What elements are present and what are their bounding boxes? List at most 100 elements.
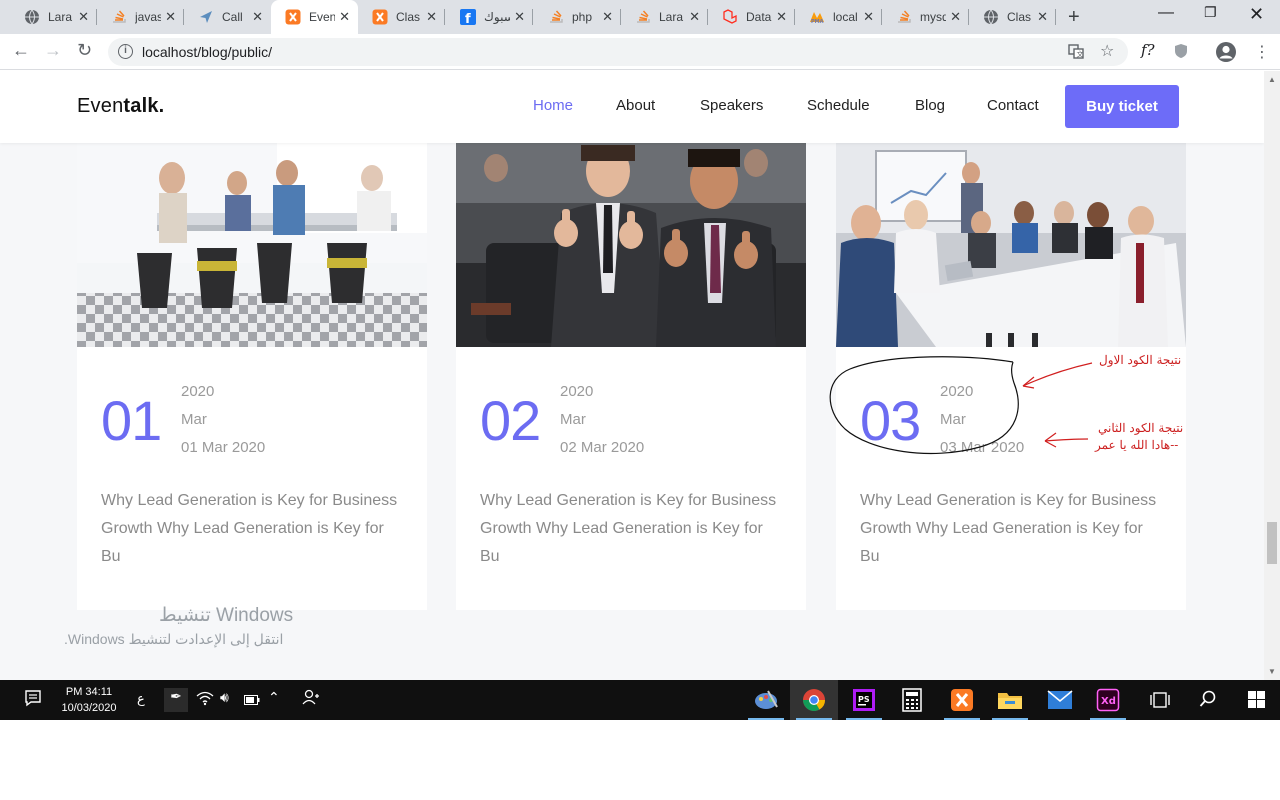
menu-kebab-icon[interactable]: ⋮ — [1254, 42, 1270, 62]
scrollbar-thumb[interactable] — [1267, 522, 1277, 564]
browser-tab[interactable]: Clas ✕ — [358, 0, 445, 34]
page-scrollbar[interactable]: ▲ ▼ — [1264, 71, 1280, 680]
taskbar-app-adobe-xd[interactable]: Xd — [1084, 680, 1132, 720]
wifi-icon[interactable] — [196, 690, 214, 709]
browser-tab-strip: Lara✕javas✕Call✕Even✕Clas✕fفيسبوك✕php✕La… — [0, 0, 1280, 34]
close-window-icon[interactable]: ✕ — [1249, 4, 1264, 25]
post-year: 2020 — [560, 383, 594, 400]
battery-icon[interactable] — [244, 692, 260, 709]
search-icon[interactable] — [1199, 690, 1217, 712]
tab-close-icon[interactable]: ✕ — [514, 10, 525, 24]
chevron-up-icon[interactable]: ⌃ — [268, 689, 280, 706]
reload-icon[interactable]: ↻ — [77, 40, 92, 61]
nav-item-contact[interactable]: Contact — [987, 97, 1039, 114]
tab-close-icon[interactable]: ✕ — [1037, 10, 1048, 24]
browser-tab[interactable]: PMA local ✕ — [795, 0, 882, 34]
input-language-indicator[interactable]: ع — [137, 691, 145, 707]
browser-tab[interactable]: Lara ✕ — [10, 0, 97, 34]
formula-extension-icon[interactable]: f? — [1141, 41, 1155, 59]
site-info-icon[interactable]: i — [118, 44, 133, 59]
tab-close-icon[interactable]: ✕ — [252, 10, 263, 24]
blog-card-image[interactable] — [836, 143, 1186, 347]
taskbar-app-paint[interactable] — [742, 680, 790, 720]
forward-arrow-icon[interactable]: → — [44, 40, 62, 61]
nav-item-speakers[interactable]: Speakers — [700, 97, 763, 114]
browser-tab[interactable]: mysq ✕ — [882, 0, 969, 34]
post-number: 02 — [480, 389, 541, 452]
clock-date: 10/03/2020 — [61, 702, 117, 714]
new-tab-button[interactable]: + — [1068, 6, 1080, 29]
browser-tab[interactable]: javas ✕ — [97, 0, 184, 34]
tab-title: Lara — [48, 10, 73, 24]
taskbar-clock[interactable]: PM 34:11 10/03/2020 — [52, 684, 126, 716]
people-icon[interactable] — [302, 688, 320, 710]
minimize-icon[interactable]: — — [1158, 4, 1174, 22]
maximize-icon[interactable]: ❐ — [1204, 4, 1217, 21]
tab-title: Data — [746, 10, 772, 24]
pma-favicon-icon: PMA — [809, 9, 825, 25]
browser-tab[interactable]: php ✕ — [534, 0, 621, 34]
site-logo[interactable]: Eventalk. — [77, 95, 164, 118]
post-excerpt[interactable]: Why Lead Generation is Key for Business … — [101, 487, 401, 571]
browser-tab[interactable]: Lara ✕ — [621, 0, 708, 34]
blog-card-1[interactable]: 01 2020 Mar 01 Mar 2020 Why Lead Generat… — [77, 143, 427, 610]
tab-close-icon[interactable]: ✕ — [165, 10, 176, 24]
task-view-icon[interactable] — [1150, 692, 1170, 712]
tab-title: mysq — [920, 10, 946, 24]
tab-title: Call — [222, 10, 243, 24]
nav-item-about[interactable]: About — [616, 97, 655, 114]
facebook-favicon-icon: f — [460, 9, 476, 25]
scroll-up-arrow-icon[interactable]: ▲ — [1268, 75, 1276, 84]
tab-close-icon[interactable]: ✕ — [602, 10, 613, 24]
address-bar[interactable]: i localhost/blog/public/ 文 ☆ — [108, 38, 1128, 66]
tab-close-icon[interactable]: ✕ — [426, 10, 437, 24]
tab-close-icon[interactable]: ✕ — [339, 10, 350, 24]
tab-title: javas — [135, 10, 161, 24]
browser-tab[interactable]: Call ✕ — [184, 0, 271, 34]
nav-item-blog[interactable]: Blog — [915, 97, 945, 114]
browser-tab[interactable]: Even ✕ — [271, 0, 358, 34]
back-arrow-icon[interactable]: ← — [12, 40, 30, 61]
browser-tab[interactable]: Data ✕ — [708, 0, 795, 34]
translate-icon[interactable]: 文 — [1068, 43, 1084, 62]
browser-tab[interactable]: Clas ✕ — [969, 0, 1056, 34]
taskbar-app-phpstorm[interactable]: PS — [840, 680, 888, 720]
logo-bold-text: talk. — [123, 95, 165, 117]
logo-regular-text: Even — [77, 95, 124, 117]
action-center-icon[interactable] — [24, 689, 42, 711]
shield-extension-icon[interactable] — [1174, 43, 1188, 64]
profile-avatar-icon[interactable] — [1215, 41, 1237, 68]
tab-title: php — [572, 10, 593, 24]
tab-close-icon[interactable]: ✕ — [689, 10, 700, 24]
tab-close-icon[interactable]: ✕ — [950, 10, 961, 24]
tab-close-icon[interactable]: ✕ — [78, 10, 89, 24]
taskbar-app-calculator[interactable] — [888, 680, 936, 720]
buy-ticket-button[interactable]: Buy ticket — [1065, 85, 1179, 128]
post-month: Mar — [181, 411, 207, 428]
nav-item-home[interactable]: Home — [533, 97, 573, 114]
globe-favicon-icon — [983, 9, 999, 25]
scroll-down-arrow-icon[interactable]: ▼ — [1268, 667, 1276, 676]
taskbar-app-chrome[interactable] — [790, 680, 838, 720]
blog-card-image[interactable] — [77, 143, 427, 347]
windows-start-icon[interactable] — [1248, 691, 1265, 712]
pen-workspace-icon[interactable]: ✒ — [164, 688, 188, 712]
clock-time: PM 34:11 — [65, 686, 113, 698]
taskbar-app-xampp[interactable] — [938, 680, 986, 720]
bookmark-star-icon[interactable]: ☆ — [1100, 41, 1114, 61]
post-date: 01 Mar 2020 — [181, 439, 266, 456]
browser-tab[interactable]: f فيسبوك ✕ — [446, 0, 533, 34]
post-excerpt[interactable]: Why Lead Generation is Key for Business … — [480, 487, 780, 571]
volume-icon[interactable]: 🔊︎ — [220, 689, 229, 706]
windows-activation-title: تنشيط Windows — [159, 605, 294, 626]
taskbar-app-file-explorer[interactable] — [986, 680, 1034, 720]
arrow-favicon-icon — [198, 9, 214, 25]
blog-card-2[interactable]: 02 2020 Mar 02 Mar 2020 Why Lead Generat… — [456, 143, 806, 610]
nav-item-schedule[interactable]: Schedule — [807, 97, 870, 114]
tab-close-icon[interactable]: ✕ — [776, 10, 787, 24]
svg-text:Xd: Xd — [1101, 696, 1116, 707]
post-excerpt[interactable]: Why Lead Generation is Key for Business … — [860, 487, 1160, 571]
tab-close-icon[interactable]: ✕ — [863, 10, 874, 24]
taskbar-app-mail[interactable] — [1036, 680, 1084, 720]
blog-card-image[interactable] — [456, 143, 806, 347]
